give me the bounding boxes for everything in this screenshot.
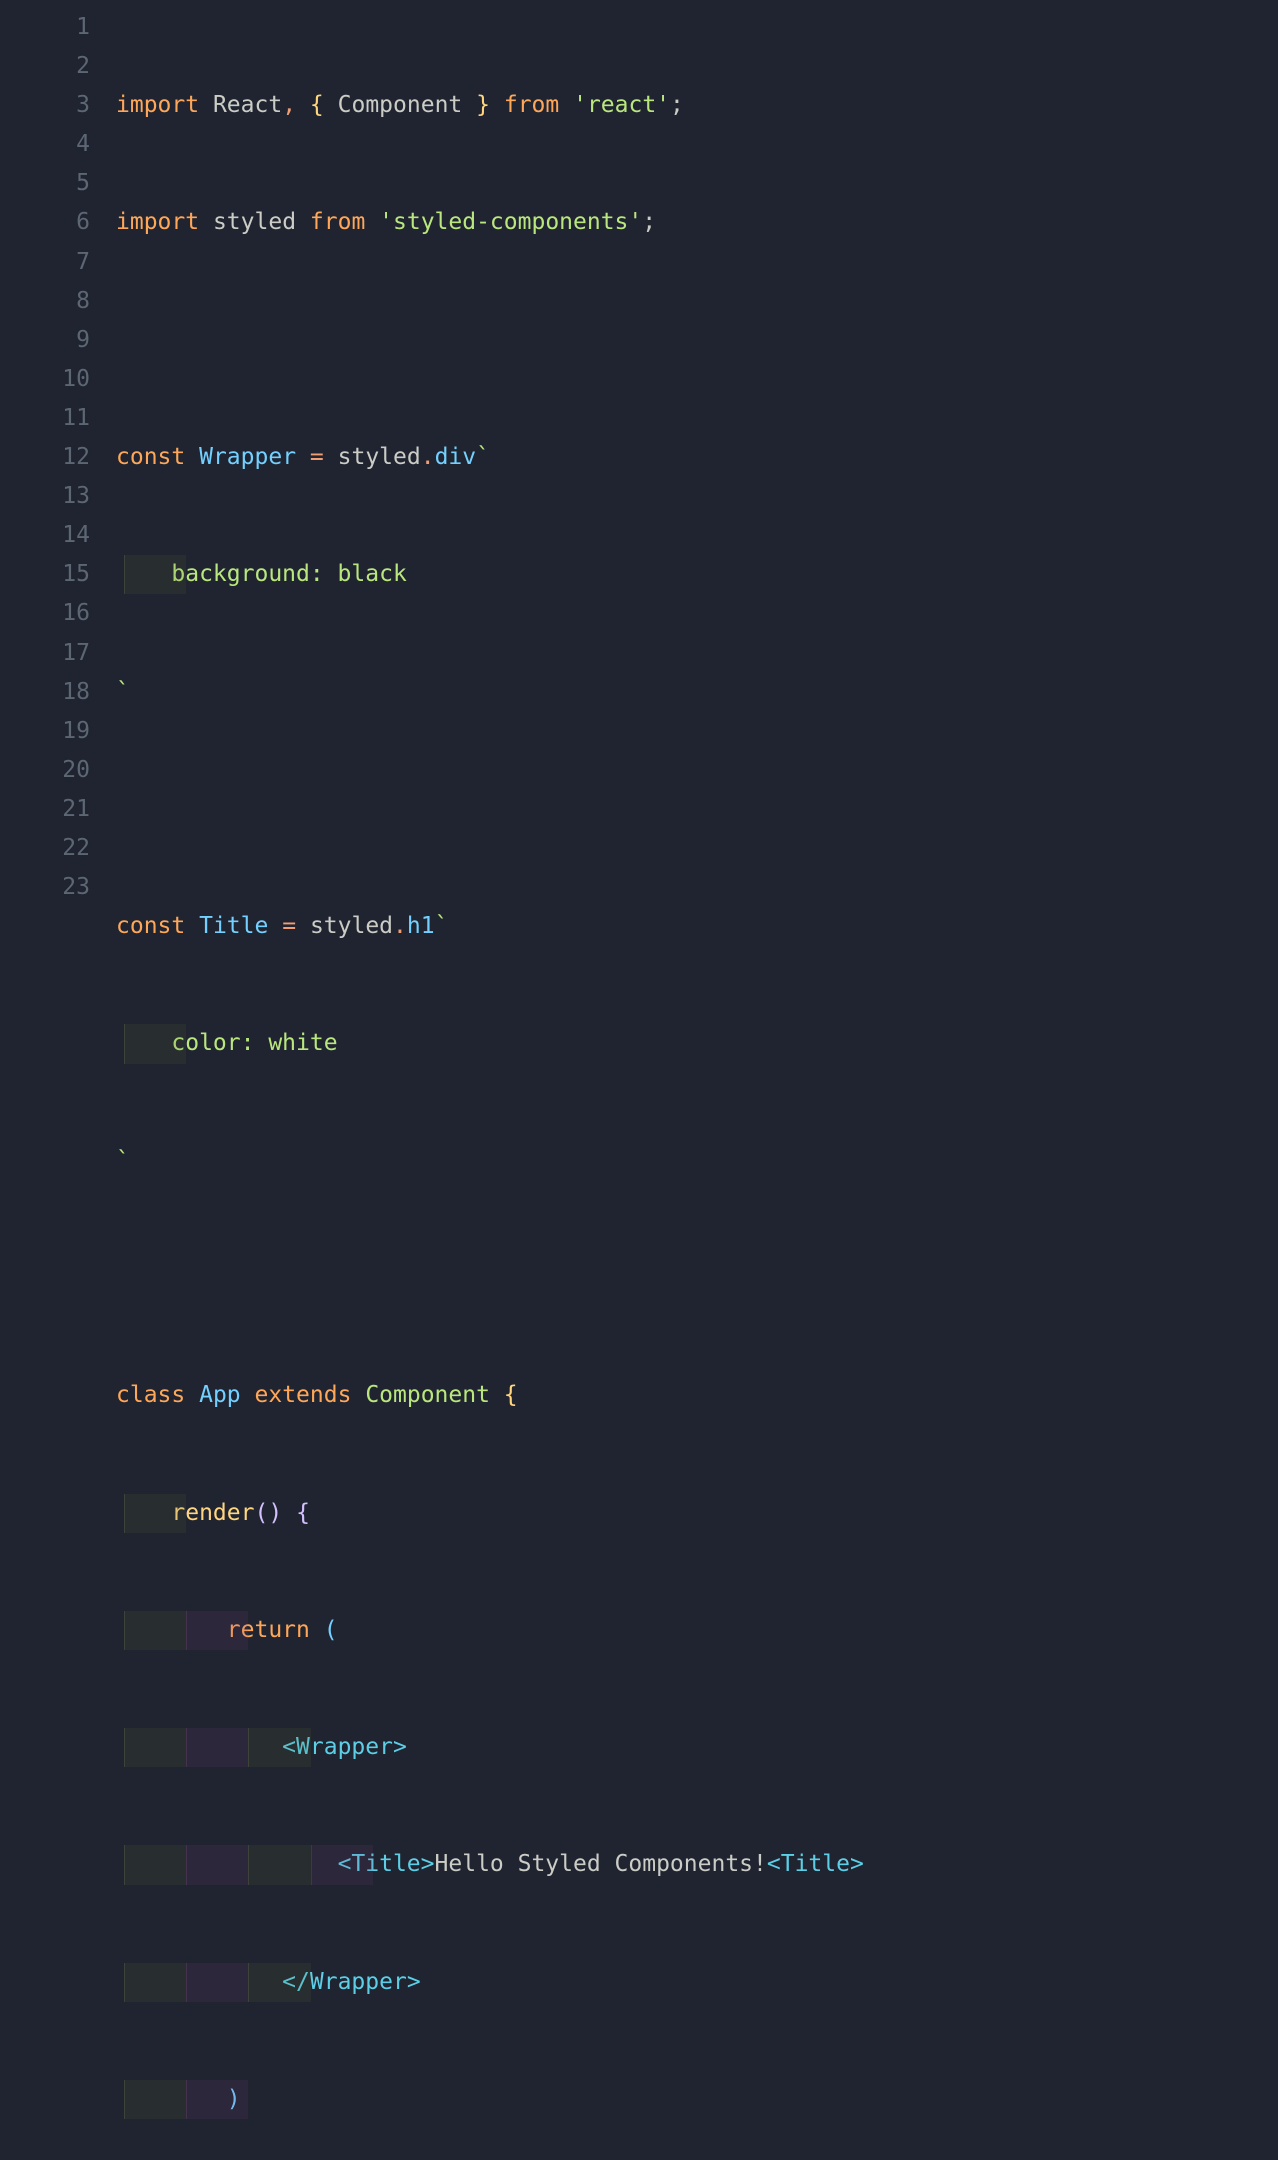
code-line[interactable]: render() { — [116, 1494, 1278, 1533]
code-line[interactable] — [116, 1259, 1278, 1298]
line-number: 15 — [0, 555, 90, 594]
line-number: 6 — [0, 203, 90, 242]
code-line[interactable]: const Title = styled.h1` — [116, 907, 1278, 946]
code-line[interactable]: background: black — [116, 555, 1278, 594]
code-line[interactable]: ) — [116, 2080, 1278, 2119]
code-editor[interactable]: 1 2 3 4 5 6 7 8 9 10 11 12 13 14 15 16 1… — [0, 0, 1278, 2160]
code-line[interactable]: import React, { Component } from 'react'… — [116, 86, 1278, 125]
line-number: 11 — [0, 399, 90, 438]
line-number: 1 — [0, 8, 90, 47]
line-number: 9 — [0, 321, 90, 360]
line-number: 10 — [0, 360, 90, 399]
code-line[interactable]: <Title>Hello Styled Components!<Title> — [116, 1845, 1278, 1884]
line-number: 22 — [0, 829, 90, 868]
line-number: 16 — [0, 594, 90, 633]
line-number: 19 — [0, 712, 90, 751]
line-number: 13 — [0, 477, 90, 516]
line-number: 21 — [0, 790, 90, 829]
code-line[interactable]: </Wrapper> — [116, 1963, 1278, 2002]
line-number: 4 — [0, 125, 90, 164]
code-line[interactable]: color: white — [116, 1024, 1278, 1063]
code-line[interactable] — [116, 321, 1278, 360]
code-line[interactable]: return ( — [116, 1611, 1278, 1650]
line-number: 20 — [0, 751, 90, 790]
line-number: 7 — [0, 243, 90, 282]
line-number: 12 — [0, 438, 90, 477]
code-line[interactable] — [116, 790, 1278, 829]
code-area[interactable]: import React, { Component } from 'react'… — [108, 8, 1278, 2160]
line-number: 23 — [0, 868, 90, 907]
line-number: 5 — [0, 164, 90, 203]
code-line[interactable]: ` — [116, 1142, 1278, 1181]
line-number: 14 — [0, 516, 90, 555]
line-number: 17 — [0, 634, 90, 673]
code-line[interactable]: ` — [116, 673, 1278, 712]
code-line[interactable]: import styled from 'styled-components'; — [116, 203, 1278, 242]
line-number-gutter: 1 2 3 4 5 6 7 8 9 10 11 12 13 14 15 16 1… — [0, 8, 108, 2160]
code-line[interactable]: <Wrapper> — [116, 1728, 1278, 1767]
line-number: 18 — [0, 673, 90, 712]
line-number: 8 — [0, 282, 90, 321]
line-number: 3 — [0, 86, 90, 125]
code-line[interactable]: class App extends Component { — [116, 1376, 1278, 1415]
line-number: 2 — [0, 47, 90, 86]
code-line[interactable]: const Wrapper = styled.div` — [116, 438, 1278, 477]
